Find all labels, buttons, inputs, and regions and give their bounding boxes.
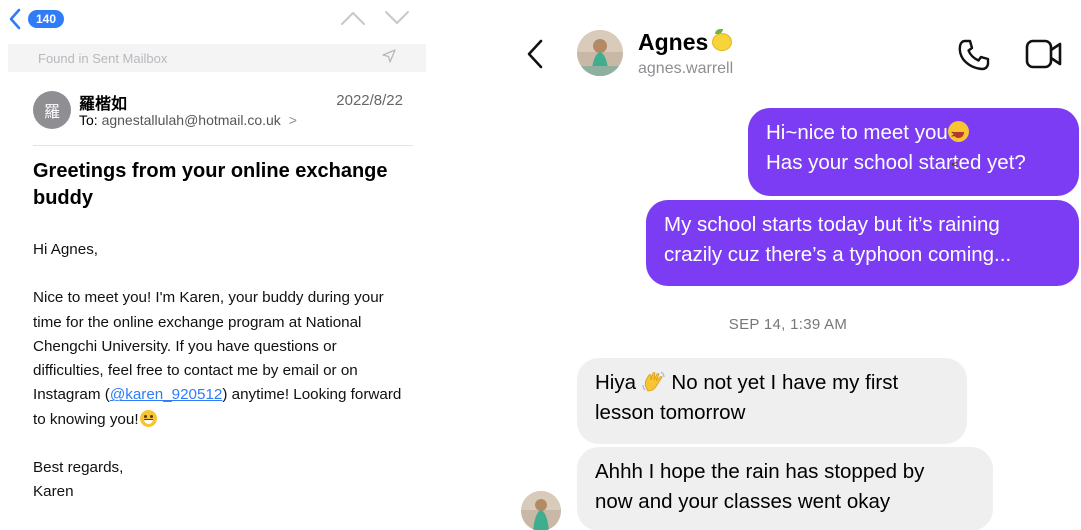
contact-name-text: Agnes: [638, 29, 709, 55]
grinning-emoji: [139, 409, 157, 427]
message-text: crazily cuz there’s a typhoon coming...: [664, 243, 1012, 266]
mail-subject: Greetings from your online exchange budd…: [33, 160, 388, 209]
recipient-address: agnestallulah@hotmail.co.uk: [101, 112, 281, 128]
mail-date: 2022/8/22: [336, 92, 403, 109]
lemon-emoji: [712, 29, 733, 51]
laughing-emoji: [947, 120, 969, 180]
message-timestamp: SEP 14, 1:39 AM: [728, 316, 848, 333]
message-text: Has your school started yet?: [766, 151, 1026, 174]
contact-name[interactable]: Agnes: [638, 29, 733, 56]
video-camera-icon[interactable]: [1025, 38, 1063, 75]
message-text: lesson tomorrow: [595, 401, 746, 424]
signature: Karen: [33, 483, 74, 501]
mail-panel: 140 Found in Sent Mailbox 羅 羅楷如 To: agne…: [0, 0, 440, 530]
down-arrow-icon[interactable]: [384, 10, 410, 31]
found-in-banner: Found in Sent Mailbox: [8, 44, 426, 72]
chevron-right-icon: >: [288, 112, 297, 128]
mail-toolbar: 140: [8, 8, 428, 34]
mail-back-button[interactable]: 140: [8, 8, 65, 30]
mail-paragraph: Nice to meet you! I'm Karen, your buddy …: [33, 286, 408, 432]
signoff: Best regards,: [33, 459, 124, 477]
message-text: now and your classes went okay: [595, 490, 891, 513]
sender-name: 羅楷如: [79, 94, 128, 113]
divider: [33, 145, 413, 146]
message-text: Hi~nice to meet you: [766, 121, 948, 144]
sender-header[interactable]: 羅 羅楷如 To: agnestallulah@hotmail.co.uk > …: [33, 88, 403, 132]
to-label: To:: [79, 112, 98, 128]
sender-avatar: 羅: [33, 91, 71, 129]
found-in-label: Found in Sent Mailbox: [38, 50, 168, 66]
instagram-link[interactable]: @karen_920512: [110, 386, 223, 403]
message-bubble-outgoing[interactable]: My school starts today but it’s raining …: [646, 200, 1079, 286]
message-bubble-outgoing[interactable]: Hi~nice to meet you Has your school star…: [748, 108, 1079, 196]
up-arrow-icon[interactable]: [340, 10, 366, 31]
message-text: No not yet I have my first: [671, 371, 899, 394]
back-chevron-icon: [8, 8, 22, 30]
send-icon: [382, 48, 396, 68]
contact-avatar-small[interactable]: [521, 491, 561, 530]
contact-avatar[interactable]: [577, 30, 623, 76]
message-text: Hiya: [595, 371, 637, 394]
mail-signoff-block: Best regards, Karen: [33, 456, 408, 505]
dm-panel: Agnes agnes.warrell Hi~nice to meet you …: [495, 0, 1081, 530]
contact-handle: agnes.warrell: [638, 60, 734, 77]
phone-icon[interactable]: [957, 38, 991, 77]
message-text: Ahhh I hope the rain has stopped by: [595, 460, 925, 483]
mail-body: Hi Agnes, Nice to meet you! I'm Karen, y…: [33, 238, 408, 529]
message-nav: [340, 10, 410, 31]
message-bubble-incoming[interactable]: Ahhh I hope the rain has stopped by now …: [577, 447, 993, 530]
waving-hand-emoji: [642, 371, 666, 393]
unread-count-badge: 140: [28, 10, 65, 28]
recipient-line: To: agnestallulah@hotmail.co.uk >: [79, 112, 297, 128]
mail-greeting: Hi Agnes,: [33, 241, 99, 258]
message-bubble-incoming[interactable]: Hiya No not yet I have my first lesson t…: [577, 358, 967, 444]
dm-back-icon[interactable]: [525, 38, 545, 75]
message-text: My school starts today but it’s raining: [664, 213, 1000, 236]
